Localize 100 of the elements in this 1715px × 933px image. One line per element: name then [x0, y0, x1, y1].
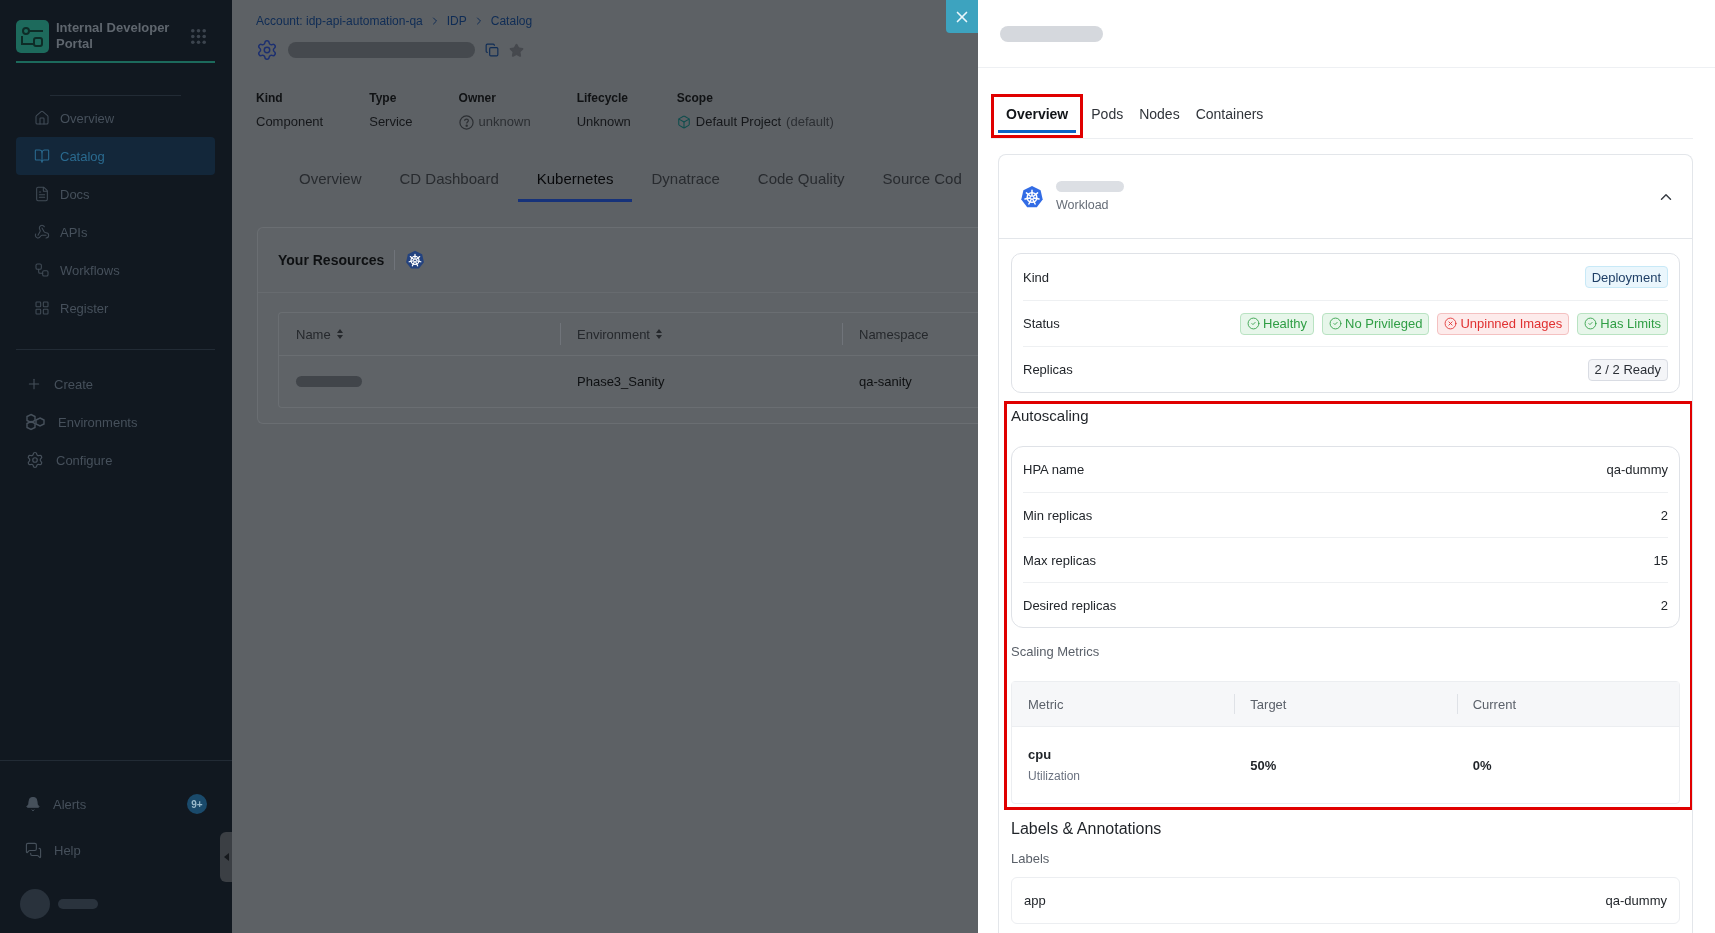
metric-name: cpu [1028, 747, 1052, 762]
column-header: Namespace [859, 326, 929, 342]
x-circle-icon [1444, 317, 1458, 330]
section-title: Autoscaling [1011, 406, 1090, 426]
blurred-text [296, 376, 362, 387]
value-badge: 2 / 2 Ready [1587, 358, 1668, 381]
check-circle-icon [1247, 317, 1260, 330]
table-cell: 0% [1472, 757, 1492, 773]
sidebar-item[interactable]: Docs [16, 175, 215, 213]
sidebar-item[interactable]: Environments [16, 403, 215, 441]
value-badge: No Privileged [1322, 312, 1430, 335]
field-value: 15 [1653, 552, 1668, 568]
copy-icon[interactable] [485, 43, 499, 57]
field-label: Desired replicas [1023, 597, 1117, 613]
apps-grid-icon[interactable] [191, 28, 206, 44]
card-title: Your Resources [278, 252, 385, 268]
sidebar-item[interactable]: Help [16, 830, 215, 870]
book-icon [34, 148, 50, 164]
field-label: Status [1023, 316, 1060, 331]
workload-subtitle: Workload [1056, 198, 1110, 212]
field-label: Kind [256, 91, 284, 105]
breadcrumb-link[interactable]: Account: idp-api-automation-qa [256, 14, 423, 28]
column-header: Target [1234, 682, 1457, 726]
value-badge: Unpinned Images [1437, 312, 1570, 335]
sidebar-item[interactable]: Workflows [16, 251, 215, 289]
field-value: 2 [1660, 507, 1668, 523]
check-circle-icon [1584, 317, 1598, 330]
webhook-icon [34, 224, 50, 240]
field-value: Unknown [576, 114, 631, 130]
check-circle-icon [1329, 317, 1343, 330]
value-badge: Has Limits [1577, 312, 1668, 335]
collapse-handle[interactable] [220, 832, 232, 882]
grid-icon [34, 300, 50, 316]
column-header: Current [1456, 682, 1679, 726]
tab[interactable]: Kubernetes [517, 155, 633, 202]
cube-icon [676, 115, 691, 129]
sort-icon[interactable] [656, 329, 662, 339]
section-subtitle: Scaling Metrics [1011, 643, 1101, 661]
label-value: qa-dummy [1605, 893, 1667, 908]
field-value: qa-dummy [1606, 462, 1668, 477]
metric-type: Utilization [1028, 769, 1081, 783]
blurred-text [58, 899, 98, 909]
sidebar-item[interactable]: Alerts 9+ [16, 784, 215, 824]
plus-icon [26, 376, 42, 392]
count-badge: 9+ [187, 794, 207, 814]
table-cell: 50% [1250, 757, 1277, 773]
tab[interactable]: Pods [1083, 100, 1132, 133]
avatar[interactable] [20, 889, 50, 919]
column-header: Metric [1027, 695, 1065, 714]
field-label: Scope [676, 91, 714, 105]
question-circle-icon [458, 114, 474, 130]
table-cell: Phase3_Sanity [577, 374, 665, 389]
sidebar-item[interactable]: Create [16, 365, 215, 403]
breadcrumb-link[interactable]: Catalog [490, 14, 533, 28]
sidebar-item[interactable]: Catalog [16, 137, 215, 175]
label-key: app [1024, 893, 1046, 908]
field-label: Owner [458, 91, 497, 105]
hexagons-icon [26, 413, 46, 431]
value-badge: Deployment [1584, 266, 1668, 288]
tab[interactable]: Containers [1187, 100, 1272, 133]
section-subtitle: Labels [1011, 850, 1051, 868]
house-icon [34, 110, 50, 126]
settings-icon [26, 451, 44, 469]
blurred-text [1056, 181, 1124, 192]
table-cell: qa-sanity [859, 374, 912, 389]
tab[interactable]: Overview [998, 100, 1077, 133]
field-label: HPA name [1023, 462, 1085, 477]
field-value[interactable]: Default Project [695, 114, 782, 130]
field-value: 2 [1660, 597, 1668, 613]
field-label: Type [369, 91, 398, 105]
breadcrumb-link[interactable]: IDP [446, 14, 467, 28]
logo-icon [16, 19, 49, 53]
field-label: Kind [1023, 269, 1050, 285]
column-header: Name [296, 326, 331, 342]
tab[interactable]: Nodes [1131, 100, 1188, 133]
document-icon [34, 186, 50, 202]
star-icon[interactable] [509, 42, 524, 58]
section-title: Labels & Annotations [1011, 819, 1163, 839]
field-value: Component [256, 114, 324, 130]
gear-icon [256, 39, 278, 61]
field-label: Replicas [1023, 362, 1073, 377]
field-label: Max replicas [1023, 552, 1096, 568]
caret-icon [223, 853, 229, 861]
bell-icon [25, 796, 41, 812]
app-name: Internal Developer Portal [56, 20, 171, 52]
sidebar-item[interactable]: Overview [16, 99, 215, 137]
field-label: Min replicas [1023, 507, 1093, 523]
helm-wheel-icon [1020, 184, 1044, 209]
field-label: Lifecycle [576, 91, 629, 105]
sort-icon[interactable] [336, 329, 343, 339]
column-header: Environment [577, 326, 650, 342]
sidebar-item[interactable]: Configure [16, 441, 215, 479]
chat-bubbles-icon [25, 841, 42, 859]
helm-wheel-icon [405, 250, 426, 270]
close-button[interactable] [946, 0, 978, 33]
field-value: Service [369, 114, 413, 130]
value-badge: Healthy [1240, 312, 1315, 335]
sidebar-item[interactable]: Register [16, 289, 215, 327]
workflow-icon [34, 262, 50, 278]
sidebar-item[interactable]: APIs [16, 213, 215, 251]
